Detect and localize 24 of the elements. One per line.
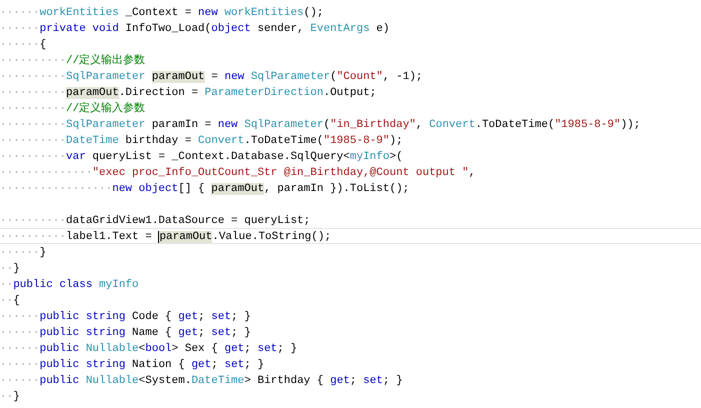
- code-line: ·················new object[] { paramOut, paramIn }).ToList();: [0, 182, 410, 197]
- code-line: ······workEntities _Context = new workEntities();: [0, 6, 324, 21]
- code-line: ······}: [0, 246, 46, 261]
- code-line: ······public string Code { get; set; }: [0, 310, 251, 325]
- code-line: ··········SqlParameter paramOut = new SqlParameter("Count", -1);: [0, 70, 423, 85]
- code-line: ··········dataGridView1.DataSource = queryList;: [0, 214, 310, 229]
- code-line: ··········label1.Text = paramOut.Value.ToString();: [0, 230, 332, 245]
- code-line: ··········SqlParameter paramIn = new SqlParameter("in_Birthday", Convert.ToDateTime("1985-8-9"));: [0, 118, 640, 133]
- code-line: ··public class myInfo: [0, 278, 139, 293]
- code-line: ······public Nullable<bool> Sex { get; set; }: [0, 342, 298, 357]
- code-line: ······public string Name { get; set; }: [0, 326, 251, 341]
- code-line: ··}: [0, 390, 20, 405]
- code-line: ······public Nullable<System.DateTime> Birthday { get; set; }: [0, 374, 403, 389]
- code-line: ··}: [0, 262, 20, 277]
- code-line: ··{: [0, 294, 20, 309]
- code-line: ··········var queryList = _Context.Database.SqlQuery<myInfo>(: [0, 150, 403, 165]
- code-line: ··········//定义输入参数: [0, 101, 146, 117]
- code-line: ··········paramOut.Direction = ParameterDirection.Output;: [0, 86, 376, 101]
- code-line: ··········//定义输出参数: [0, 53, 146, 69]
- code-line: ··············"exec proc_Info_OutCount_Str @in_Birthday,@Count output ",: [0, 166, 476, 181]
- code-line: ······public string Nation { get; set; }: [0, 358, 264, 373]
- code-line: ······private void InfoTwo_Load(object sender, EventArgs e): [0, 22, 390, 37]
- code-line: ······{: [0, 38, 46, 53]
- code-line: ··········DateTime birthday = Convert.ToDateTime("1985-8-9");: [0, 134, 403, 149]
